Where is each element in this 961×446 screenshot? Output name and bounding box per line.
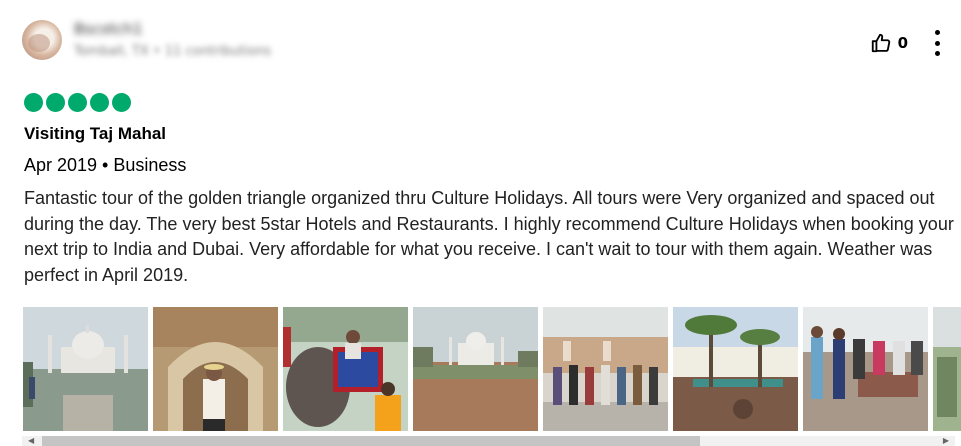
review-photo[interactable] [283, 307, 408, 431]
reviewer-name[interactable]: Bscotch1 [74, 20, 143, 38]
rating-bubble [112, 93, 131, 112]
review-photo[interactable] [23, 307, 148, 431]
scroll-left-icon[interactable]: ◀ [28, 437, 34, 445]
review-photo[interactable] [933, 307, 961, 431]
review-photo[interactable] [413, 307, 538, 431]
photo-strip [23, 307, 961, 431]
review-header: Bscotch1 Tomball, TX • 11 contributions … [22, 20, 952, 64]
review-photo[interactable] [803, 307, 928, 431]
photo-scrollbar[interactable]: ◀ ▶ [22, 436, 955, 446]
rating-bubble [68, 93, 87, 112]
helpful-button[interactable]: 0 [870, 32, 908, 54]
review-photo[interactable] [543, 307, 668, 431]
reviewer-meta: Tomball, TX • 11 contributions [74, 44, 272, 59]
rating-bubble [24, 93, 43, 112]
helpful-count: 0 [897, 34, 908, 52]
thumbs-up-icon [871, 33, 890, 53]
review-title[interactable]: Visiting Taj Mahal [24, 124, 166, 144]
review-photo[interactable] [153, 307, 278, 431]
review-body: Fantastic tour of the golden triangle or… [24, 188, 954, 285]
review-photo[interactable] [673, 307, 798, 431]
more-vertical-icon[interactable] [932, 30, 942, 56]
rating-bubble [46, 93, 65, 112]
scrollbar-thumb[interactable] [42, 436, 700, 446]
rating-bubble [90, 93, 109, 112]
trip-info: Apr 2019 • Business [24, 155, 187, 175]
scroll-right-icon[interactable]: ▶ [943, 437, 949, 445]
rating-bubbles [24, 93, 131, 112]
avatar[interactable] [22, 20, 62, 60]
